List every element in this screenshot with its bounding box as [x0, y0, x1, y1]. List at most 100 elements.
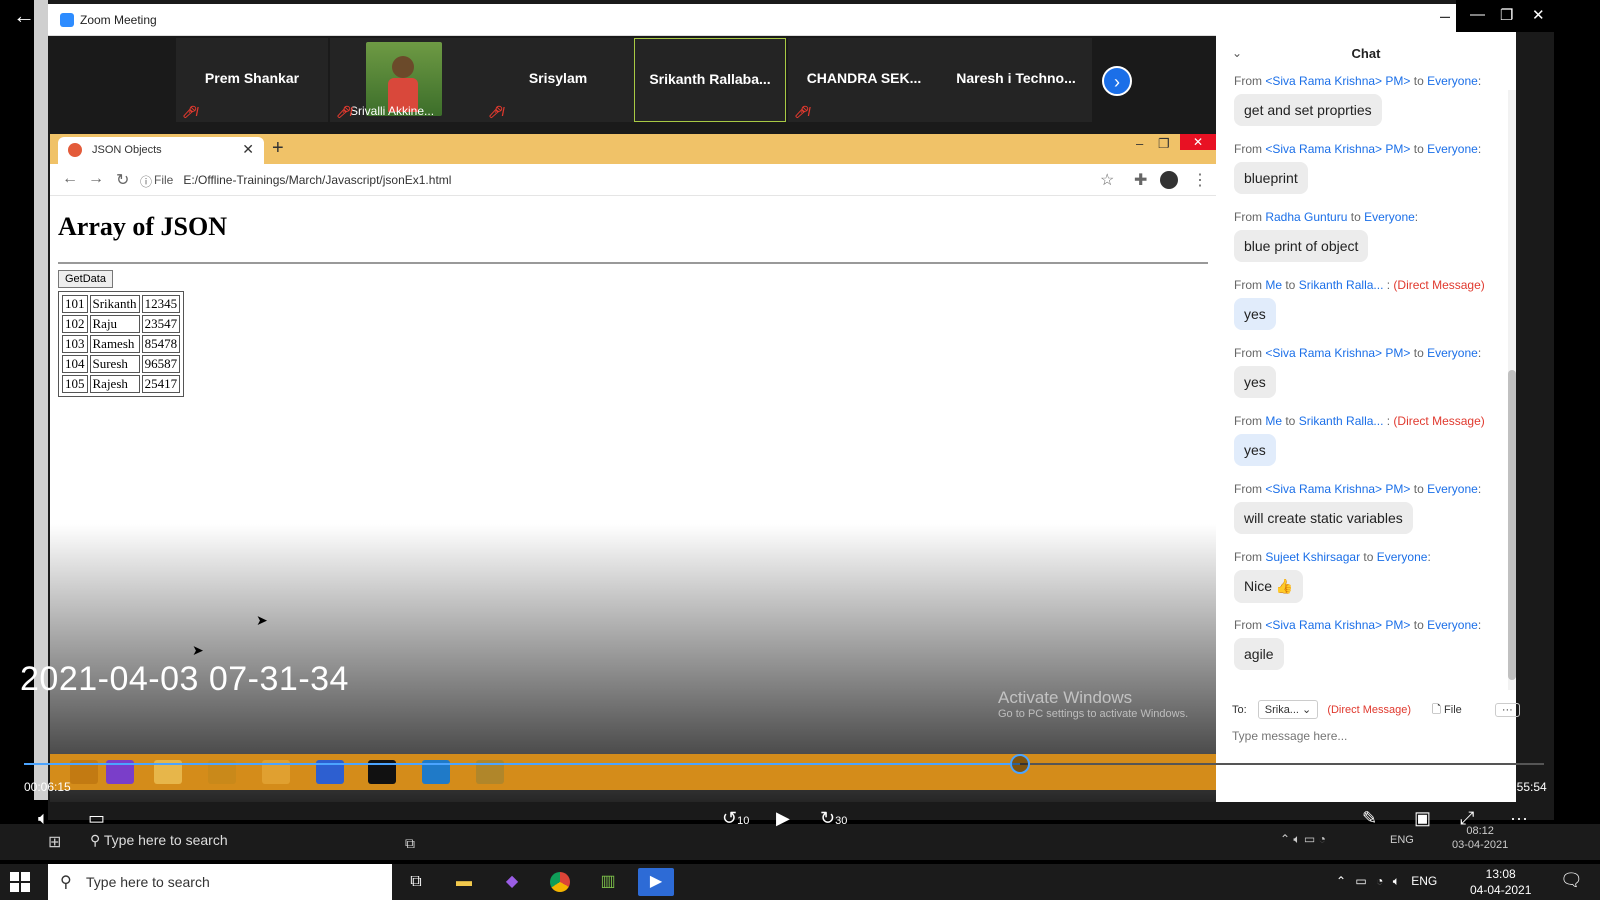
table-row: 103 Ramesh 85478 [62, 335, 181, 353]
back-icon[interactable]: ← [62, 170, 78, 188]
file-explorer-icon[interactable]: ▬ [446, 868, 482, 896]
recipient-name[interactable]: Everyone [1427, 618, 1478, 632]
close-icon[interactable]: ✕ [1180, 134, 1216, 150]
participant-name: Naresh i Techno... [956, 70, 1076, 86]
wifi-icon[interactable]: ◔ [1376, 874, 1383, 888]
notifications-icon[interactable]: 🗨︎ [1560, 870, 1583, 891]
sender-name[interactable]: <Siva Rama Krishna> PM> [1265, 74, 1410, 88]
recipient-name[interactable]: Everyone [1364, 210, 1415, 224]
sender-name[interactable]: <Siva Rama Krishna> PM> [1265, 346, 1410, 360]
tray-icons: ⌃ 🔈︎ ▭ ◔ [1280, 832, 1326, 846]
close-tab-icon[interactable]: ✕ [242, 141, 254, 158]
table-cell: Srikanth [89, 295, 140, 313]
sender-name[interactable]: <Siva Rama Krishna> PM> [1265, 142, 1410, 156]
participant-tile[interactable]: Srivalli Akkine... 🎤︎̸ [330, 38, 482, 122]
participant-tile[interactable]: Prem Shankar 🎤︎̸ [176, 38, 328, 122]
elapsed-time: 00:06:15 [24, 780, 71, 794]
forward-icon[interactable]: → [88, 170, 104, 188]
minimize-icon[interactable]: – [1440, 6, 1450, 27]
table-cell: 85478 [141, 335, 181, 353]
recipient-name[interactable]: Everyone [1427, 142, 1478, 156]
recorded-search-box: ⚲ Type here to search [90, 832, 228, 848]
skip-forward-button[interactable]: ↻30 [820, 808, 847, 829]
search-icon: ⚲ [60, 874, 72, 891]
recipient-name[interactable]: Srikanth Ralla... [1299, 414, 1384, 428]
chat-message-input[interactable] [1232, 726, 1502, 746]
sender-name[interactable]: Me [1265, 278, 1282, 292]
restore-icon[interactable]: ❐ [1158, 136, 1170, 152]
task-view-icon[interactable]: ⧉ [398, 868, 434, 896]
shared-screen-taskbar [50, 754, 1216, 790]
menu-kebab-icon[interactable]: ⋮ [1192, 170, 1208, 190]
miniplayer-icon[interactable]: ▣ [1414, 808, 1431, 829]
browser-tabbar: JSON Objects ✕ + – ❐ ✕ [50, 134, 1216, 164]
chrome-icon[interactable] [542, 868, 578, 896]
data-table: 101 Srikanth 12345 102 Raju 23547 103 Ramesh 854… [58, 291, 185, 397]
recipient-select[interactable]: Srika... ⌄ [1257, 700, 1319, 719]
extensions-icon[interactable]: ✚ [1134, 170, 1147, 190]
chat-message: From <Siva Rama Krishna> PM> to Everyone… [1234, 346, 1504, 398]
minimize-icon[interactable]: — [1470, 6, 1485, 23]
skip-back-button[interactable]: ↺10 [722, 808, 749, 829]
edit-pen-icon[interactable]: ✎ [1362, 808, 1377, 829]
participant-tile[interactable]: Naresh i Techno... [940, 38, 1092, 122]
new-tab-icon[interactable]: + [272, 137, 284, 160]
system-tray: ⌃ ▭ ◔ 🔈︎ ENG [1336, 874, 1437, 889]
visual-studio-icon[interactable]: ◆ [494, 868, 530, 896]
sender-name[interactable]: Sujeet Kshirsagar [1265, 550, 1360, 564]
participant-tile-active[interactable]: Srikanth Rallaba... [634, 38, 786, 122]
browser-tab[interactable]: JSON Objects ✕ [58, 137, 264, 164]
participant-name: Srivalli Akkine... [350, 104, 435, 118]
tab-title: JSON Objects [92, 144, 162, 156]
recipient-name[interactable]: Everyone [1427, 482, 1478, 496]
windows-start-button[interactable] [10, 872, 30, 892]
restore-icon[interactable]: ❐ [1500, 6, 1513, 24]
profile-avatar[interactable] [1160, 171, 1178, 189]
horizontal-rule [58, 262, 1208, 264]
more-options-icon[interactable]: ··· [1510, 808, 1528, 829]
recipient-name[interactable]: Everyone [1427, 74, 1478, 88]
sender-name[interactable]: <Siva Rama Krishna> PM> [1265, 482, 1410, 496]
media-app-icon[interactable]: ▥ [590, 868, 626, 896]
captions-icon[interactable]: ▭ [88, 808, 105, 829]
minimize-icon[interactable]: – [1136, 136, 1143, 151]
reload-icon[interactable]: ↻ [116, 170, 129, 190]
volume-icon[interactable]: 🔈︎ [38, 808, 49, 829]
recipient-name[interactable]: Everyone [1427, 346, 1478, 360]
recipient-name[interactable]: Everyone [1377, 550, 1428, 564]
taskbar-clock[interactable]: 13:08 04-04-2021 [1470, 866, 1531, 898]
chevron-up-icon[interactable]: ⌃ [1336, 874, 1346, 888]
next-page-button[interactable]: › [1102, 66, 1132, 96]
fullscreen-icon[interactable]: ⤢ [1460, 808, 1474, 829]
participant-tile[interactable]: Srisylam 🎤︎̸ [482, 38, 634, 122]
progress-handle[interactable] [1009, 754, 1030, 774]
close-icon[interactable]: ✕ [1532, 6, 1545, 24]
chat-message-header: From <Siva Rama Krishna> PM> to Everyone… [1234, 142, 1482, 156]
taskbar-search-box[interactable]: ⚲ Type here to search [48, 864, 392, 900]
muted-mic-icon: 🎤︎̸ [488, 105, 504, 119]
sender-name[interactable]: Radha Gunturu [1265, 210, 1347, 224]
volume-icon[interactable]: 🔈︎ [1393, 874, 1400, 888]
url-field[interactable]: File E:/Offline-Trainings/March/Javascrip… [154, 173, 451, 187]
table-cell: Ramesh [89, 335, 140, 353]
chat-title: Chat [1351, 46, 1381, 61]
getdata-button[interactable]: GetData [58, 270, 113, 288]
battery-icon[interactable]: ▭ [1355, 874, 1366, 888]
more-options-icon[interactable]: ··· [1494, 703, 1520, 717]
bookmark-star-icon[interactable]: ☆ [1100, 170, 1114, 190]
back-arrow-icon[interactable]: ← [10, 4, 38, 28]
chat-scrollbar[interactable] [1508, 90, 1516, 690]
player-app-icon[interactable]: ▶ [638, 868, 674, 896]
recipient-name[interactable]: Srikanth Ralla... [1299, 278, 1384, 292]
sender-name[interactable]: <Siva Rama Krishna> PM> [1265, 618, 1410, 632]
participant-tile[interactable]: CHANDRA SEK... 🎤︎̸ [788, 38, 940, 122]
sender-name[interactable]: Me [1265, 414, 1282, 428]
chat-message: From Me to Srikanth Ralla... : (Direct M… [1234, 278, 1504, 330]
play-button[interactable]: ▶ [776, 808, 790, 829]
table-cell: Raju [89, 315, 140, 333]
file-button[interactable]: 🗋 File [1432, 704, 1462, 716]
language-indicator[interactable]: ENG [1411, 874, 1437, 888]
table-cell: 104 [62, 355, 88, 373]
table-cell: 101 [62, 295, 88, 313]
participant-name: Srikanth Rallaba... [649, 71, 771, 87]
